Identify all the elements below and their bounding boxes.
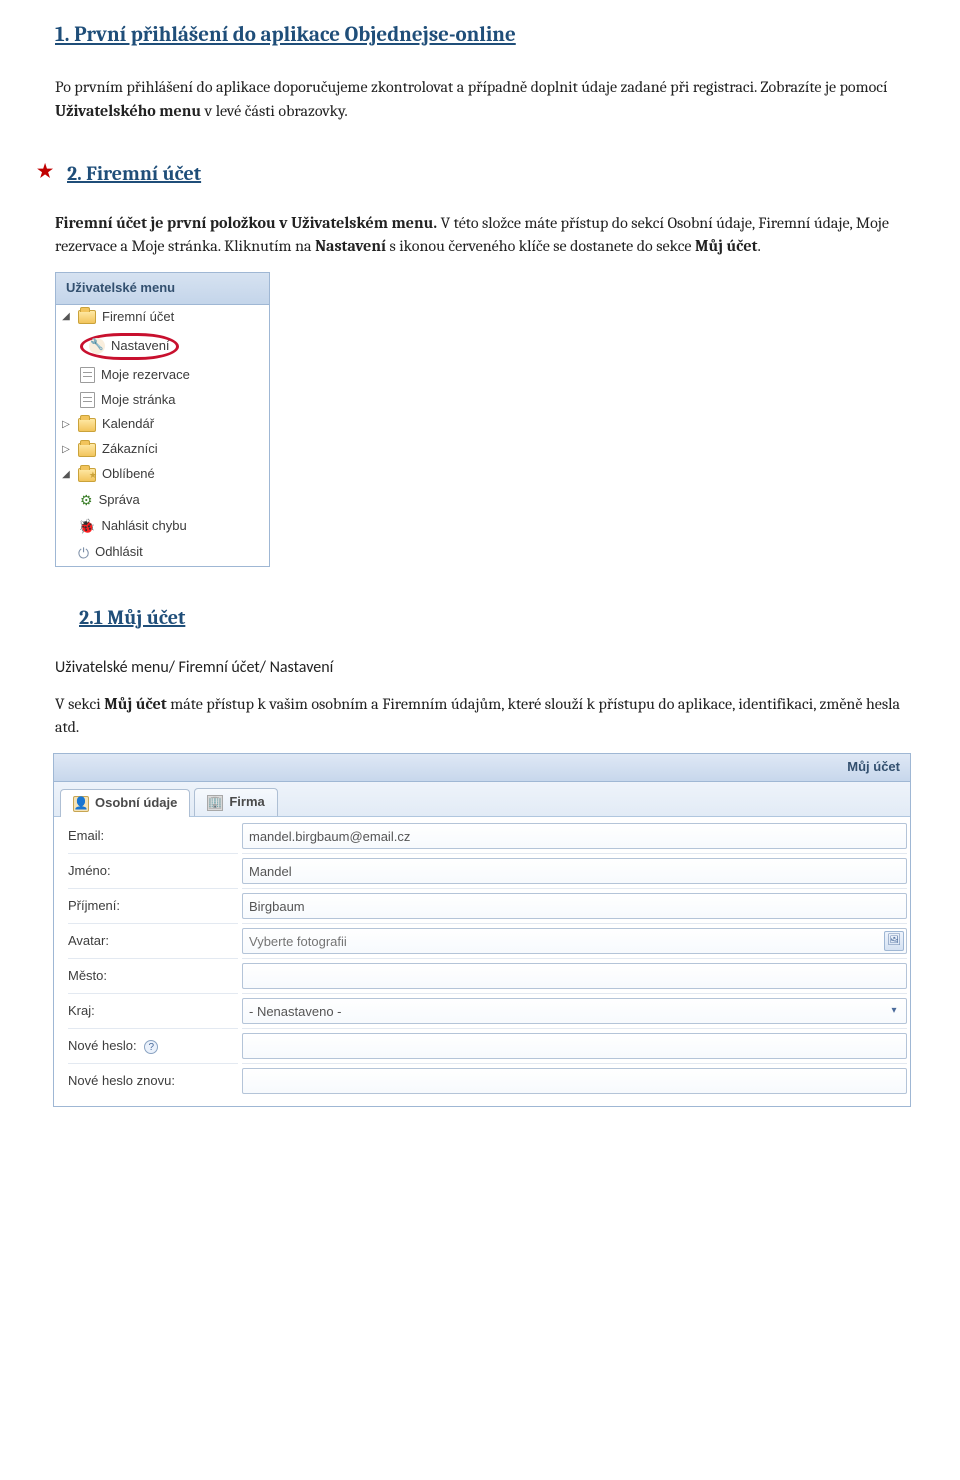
sidebar-item-label: Oblíbené <box>102 465 155 484</box>
label-nove-heslo: Nové heslo: ? <box>68 1028 238 1063</box>
text-bold: Firemní účet je první položkou v Uživate… <box>55 214 437 232</box>
sidebar-item-label: Firemní účet <box>102 308 174 327</box>
breadcrumb: Uživatelské menu/ Firemní účet/ Nastaven… <box>55 656 905 679</box>
password-confirm-field[interactable] <box>242 1068 907 1094</box>
avatar-browse-button[interactable]: 🖼 <box>884 931 904 951</box>
text-bold: Uživatelského menu <box>55 102 201 120</box>
sidebar-item-label: Správa <box>99 491 140 510</box>
usermenu-title: Uživatelské menu <box>56 273 269 305</box>
usermenu-panel: Uživatelské menu ◢ Firemní účet 🔧 Nastav… <box>55 272 270 567</box>
label-jmeno: Jméno: <box>68 853 238 888</box>
folder-star-icon: ★ <box>78 468 96 482</box>
label-mesto: Město: <box>68 958 238 993</box>
building-icon: 🏢 <box>207 795 223 811</box>
firstname-field[interactable] <box>242 858 907 884</box>
highlight-oval: 🔧 Nastavení <box>80 333 179 360</box>
expand-collapse-icon[interactable]: ◢ <box>60 470 72 480</box>
tab-strip: 👤 Osobní údaje 🏢 Firma <box>54 782 910 817</box>
city-field[interactable] <box>242 963 907 989</box>
sidebar-item-label: Moje stránka <box>101 391 175 410</box>
wrench-icon: 🔧 <box>89 338 105 354</box>
expand-collapse-icon[interactable]: ▷ <box>60 420 72 430</box>
heading-2: ★ 2. Firemní účet <box>67 159 905 188</box>
label-prijmeni: Příjmení: <box>68 888 238 923</box>
sidebar-item-label: Odhlásit <box>95 543 143 562</box>
heading-2-text: 2. Firemní účet <box>67 162 201 185</box>
bug-icon: 🐞 <box>78 516 95 536</box>
sidebar-item-label: Nahlásit chybu <box>101 517 186 536</box>
text: Po prvním přihlášení do aplikace doporuč… <box>55 78 887 96</box>
sidebar-item-oblibene[interactable]: ◢ ★ Oblíbené <box>56 462 269 487</box>
sidebar-item-kalendar[interactable]: ▷ Kalendář <box>56 412 269 437</box>
gear-icon: ⚙ <box>80 490 93 510</box>
star-icon: ★ <box>37 159 53 185</box>
page-icon <box>80 392 95 408</box>
label-nove-heslo-znovu: Nové heslo znovu: <box>68 1063 238 1098</box>
text: . <box>757 237 760 255</box>
sidebar-item-nastaveni[interactable]: 🔧 Nastavení <box>56 330 269 363</box>
account-panel: Můj účet 👤 Osobní údaje 🏢 Firma Email: J… <box>53 753 911 1107</box>
person-card-icon: 👤 <box>73 796 89 812</box>
tab-osobni-udaje[interactable]: 👤 Osobní údaje <box>60 789 190 817</box>
tab-label: Osobní údaje <box>95 794 177 813</box>
text-bold: Můj účet <box>695 237 757 255</box>
avatar-field[interactable] <box>242 928 907 954</box>
label-kraj: Kraj: <box>68 993 238 1028</box>
text-bold: Nastavení <box>315 237 386 255</box>
panel-title: Můj účet <box>54 754 910 782</box>
power-icon: ⏻ <box>78 543 89 563</box>
expand-collapse-icon[interactable]: ◢ <box>60 312 72 322</box>
sidebar-item-moje-rezervace[interactable]: Moje rezervace <box>56 363 269 388</box>
text: V sekci <box>55 695 104 713</box>
account-form: Email: Jméno: Příjmení: Avatar: 🖼 Město:… <box>54 817 910 1106</box>
heading-3: 2.1 Můj účet <box>79 603 905 632</box>
label-avatar: Avatar: <box>68 923 238 958</box>
label-text: Nové heslo: <box>68 1038 137 1053</box>
tab-firma[interactable]: 🏢 Firma <box>194 788 277 816</box>
sidebar-item-label: Moje rezervace <box>101 366 190 385</box>
tab-label: Firma <box>229 793 264 812</box>
sidebar-item-label: Nastavení <box>111 337 170 356</box>
label-email: Email: <box>68 819 238 853</box>
sidebar-item-firemni-ucet[interactable]: ◢ Firemní účet <box>56 305 269 330</box>
text: v levé části obrazovky. <box>201 102 348 120</box>
password-field[interactable] <box>242 1033 907 1059</box>
heading-1: 1. První přihlášení do aplikace Objednej… <box>55 20 905 50</box>
paragraph: Po prvním přihlášení do aplikace doporuč… <box>55 76 905 122</box>
sidebar-item-label: Zákazníci <box>102 440 158 459</box>
help-icon[interactable]: ? <box>144 1040 158 1054</box>
sidebar-item-nahlasit-chybu[interactable]: 🐞 Nahlásit chybu <box>56 513 269 539</box>
paragraph: V sekci Můj účet máte přístup k vašim os… <box>55 693 905 739</box>
lastname-field[interactable] <box>242 893 907 919</box>
paragraph: Firemní účet je první položkou v Uživate… <box>55 212 905 258</box>
sidebar-item-sprava[interactable]: ⚙ Správa <box>56 487 269 513</box>
sidebar-item-zakaznici[interactable]: ▷ Zákazníci <box>56 437 269 462</box>
sidebar-item-moje-stranka[interactable]: Moje stránka <box>56 388 269 413</box>
text: máte přístup k vašim osobním a Firemním … <box>55 695 900 736</box>
text-bold: Můj účet <box>104 695 166 713</box>
text: s ikonou červeného klíče se dostanete do… <box>386 237 695 255</box>
sidebar-item-odhlasit[interactable]: ⏻ Odhlásit <box>56 540 269 566</box>
folder-icon <box>78 418 96 432</box>
folder-icon <box>78 310 96 324</box>
region-select[interactable] <box>242 998 907 1024</box>
email-field[interactable] <box>242 823 907 849</box>
chevron-down-icon[interactable]: ▾ <box>884 1001 904 1021</box>
sidebar-item-label: Kalendář <box>102 415 154 434</box>
expand-collapse-icon[interactable]: ▷ <box>60 445 72 455</box>
page-icon <box>80 367 95 383</box>
folder-icon <box>78 443 96 457</box>
